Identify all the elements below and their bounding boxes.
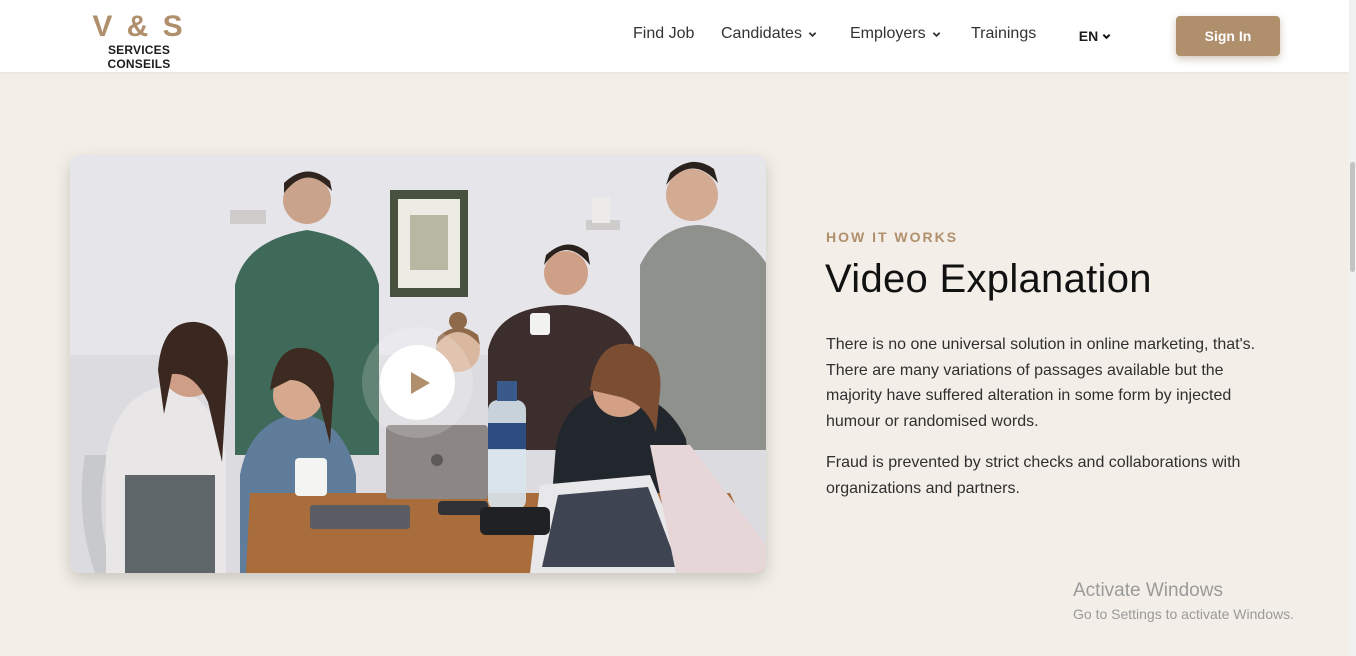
chevron-down-icon <box>1102 33 1111 39</box>
watermark-title: Activate Windows <box>1073 580 1223 601</box>
logo-mark: V & S <box>92 10 186 43</box>
nav-employers[interactable]: Employers <box>850 25 941 43</box>
nav-candidates[interactable]: Candidates <box>721 25 817 43</box>
play-button[interactable] <box>380 345 455 420</box>
sign-in-button[interactable]: Sign In <box>1176 16 1280 56</box>
scrollbar-thumb[interactable] <box>1350 162 1355 272</box>
language-selector[interactable]: EN <box>1068 18 1122 54</box>
activate-windows-watermark: Activate Windows Go to Settings to activ… <box>1073 579 1294 624</box>
language-label: EN <box>1078 28 1099 44</box>
nav-employers-label: Employers <box>850 25 926 42</box>
section-title: Video Explanation <box>825 257 1152 301</box>
nav-trainings[interactable]: Trainings <box>971 25 1036 43</box>
section-paragraph-2: Fraud is prevented by strict checks and … <box>826 454 1241 497</box>
chevron-down-icon <box>932 31 940 37</box>
nav-trainings-label: Trainings <box>971 25 1037 42</box>
brand-logo[interactable]: V & S SERVICES CONSEILS <box>76 10 202 72</box>
nav-find-job[interactable]: Find Job <box>633 25 694 43</box>
play-icon <box>410 371 430 394</box>
site-header: V & S SERVICES CONSEILS Find Job Candida… <box>0 0 1349 72</box>
chevron-down-icon <box>808 31 817 37</box>
watermark-subtitle: Go to Settings to activate Windows. <box>1073 606 1294 622</box>
section-eyebrow: HOW IT WORKS <box>826 229 959 245</box>
page-scrollbar[interactable] <box>1349 0 1356 656</box>
logo-subtitle: SERVICES CONSEILS <box>107 43 171 71</box>
section-paragraph-1: There is no one universal solution in on… <box>826 336 1256 430</box>
nav-find-job-label: Find Job <box>633 25 695 42</box>
video-thumbnail[interactable] <box>70 155 766 573</box>
nav-candidates-label: Candidates <box>721 25 802 42</box>
